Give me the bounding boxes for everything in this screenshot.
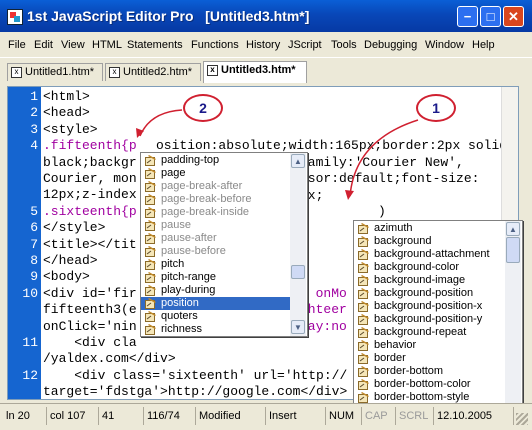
status-caps: CAP [362,407,396,425]
status-date: 12.10.2005 [434,407,514,425]
status-position: 116/74 [144,407,196,425]
status-bar: ln 20 col 107 41 116/74 Modified Insert … [0,403,532,430]
callout-arrows [136,109,419,200]
callout-2: 2 [183,94,223,122]
status-number: 41 [99,407,144,425]
status-numlock: NUM [326,407,362,425]
status-line: ln 20 [3,407,47,425]
status-mode: Insert [266,407,326,425]
callout-1: 1 [416,94,456,122]
status-column: col 107 [47,407,99,425]
resize-grip-icon[interactable] [516,413,528,425]
status-scroll-lock: SCRL [396,407,434,425]
status-modified: Modified [196,407,266,425]
